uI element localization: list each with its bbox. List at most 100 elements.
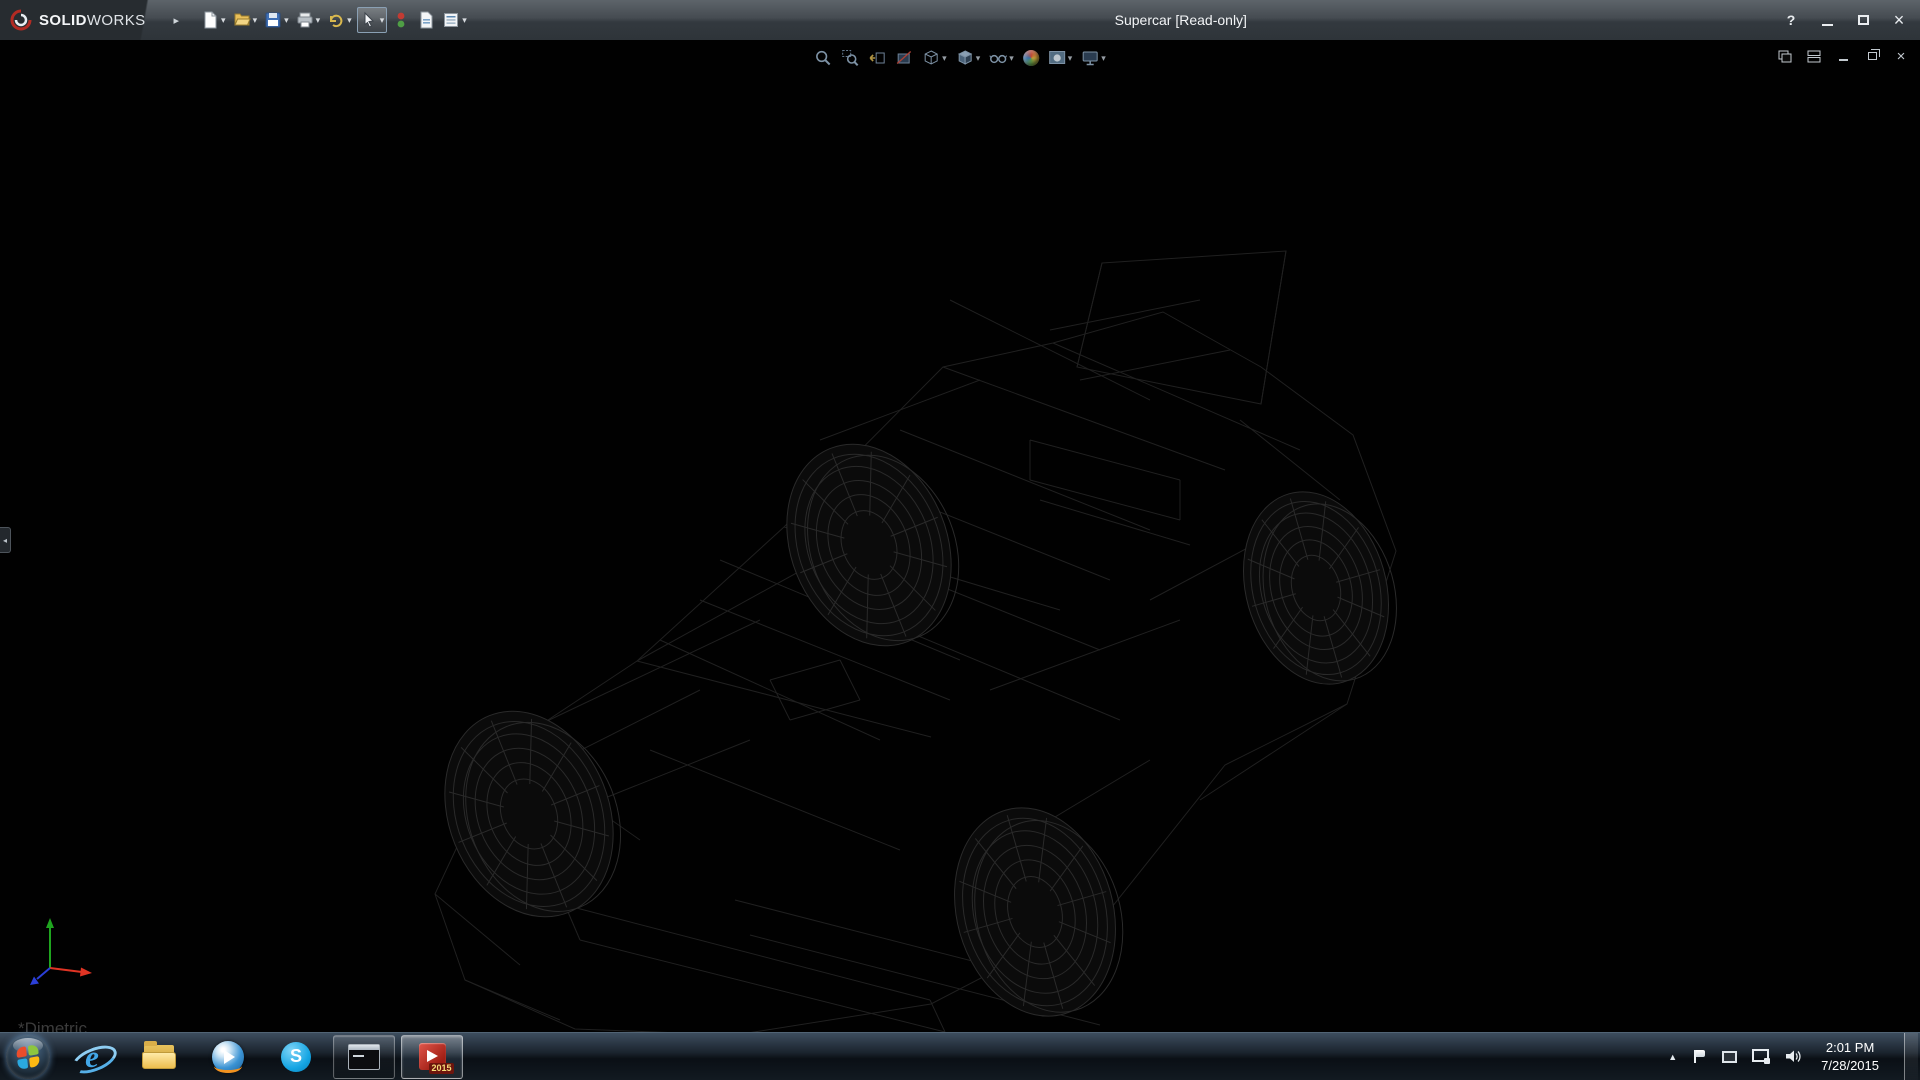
rebuild-icon <box>392 11 410 29</box>
app-name-light: WORKS <box>87 12 146 29</box>
window-controls: ? × <box>1778 0 1912 40</box>
taskbar-solidworks[interactable]: 2015 <box>401 1035 463 1079</box>
panel-collapse-tab[interactable]: ◂ <box>0 527 11 553</box>
undo-button[interactable]: ▾ <box>325 8 354 32</box>
start-button[interactable] <box>6 1035 50 1079</box>
volume-icon[interactable] <box>1785 1049 1802 1064</box>
dropdown-icon[interactable]: ▾ <box>462 15 467 26</box>
taskbar-windows-explorer[interactable] <box>129 1035 191 1079</box>
show-desktop-button[interactable] <box>1904 1033 1918 1080</box>
zoom-to-fit-icon <box>814 49 832 67</box>
open-folder-icon <box>233 11 251 29</box>
solidworks-app-icon: 2015 <box>419 1043 446 1070</box>
dropdown-icon[interactable]: ▾ <box>347 15 352 26</box>
tile-windows-icon <box>1807 50 1821 63</box>
taskbar-skype[interactable]: S <box>265 1035 327 1079</box>
orientation-triad[interactable] <box>10 906 102 992</box>
dropdown-icon[interactable]: ▾ <box>976 53 981 64</box>
quick-access-toolbar: ▾ ▾ ▾ ▾ ▾ <box>199 7 469 33</box>
previous-view-button[interactable] <box>867 48 887 68</box>
title-bar: SOLIDWORKS ▸ ▾ ▾ ▾ ▾ <box>0 0 1920 40</box>
close-document-button[interactable]: × <box>1892 48 1910 64</box>
clock-date: 7/28/2015 <box>1821 1057 1879 1075</box>
file-properties-icon <box>417 11 435 29</box>
media-player-icon <box>212 1041 244 1073</box>
dropdown-icon[interactable]: ▾ <box>1068 53 1073 64</box>
graphics-viewport[interactable]: ▾ ▾ ▾ ▾ <box>0 40 1920 1032</box>
section-view-icon <box>895 49 913 67</box>
edit-appearance-icon <box>1023 50 1039 66</box>
select-button[interactable]: ▾ <box>357 7 388 33</box>
taskbar: e S 2015 ▲ 2:01 PM 7/28/2015 <box>0 1032 1920 1080</box>
document-window-controls: × <box>1776 48 1910 64</box>
tray-app-window-icon[interactable] <box>1722 1051 1737 1063</box>
previous-view-icon <box>868 49 886 67</box>
edit-appearance-button[interactable] <box>1022 49 1040 67</box>
menu-expand-icon[interactable]: ▸ <box>174 14 180 27</box>
app-name: SOLIDWORKS <box>39 12 146 29</box>
tile-windows-button[interactable] <box>1805 48 1823 64</box>
dropdown-icon[interactable]: ▾ <box>316 15 321 26</box>
dropdown-icon[interactable]: ▾ <box>380 15 385 26</box>
app-name-bold: SOLID <box>39 12 87 29</box>
new-document-button[interactable]: ▾ <box>199 8 228 32</box>
select-cursor-icon <box>360 11 378 29</box>
dropdown-icon[interactable]: ▾ <box>284 15 289 26</box>
rebuild-button[interactable] <box>390 8 412 32</box>
file-properties-button[interactable] <box>415 8 437 32</box>
section-view-button[interactable] <box>894 48 914 68</box>
options-button[interactable]: ▾ <box>440 8 469 32</box>
minimize-icon <box>1822 24 1833 26</box>
taskbar-internet-explorer[interactable]: e <box>61 1035 123 1079</box>
zoom-to-fit-button[interactable] <box>813 48 833 68</box>
help-button[interactable]: ? <box>1778 8 1804 32</box>
close-button[interactable]: × <box>1886 8 1912 32</box>
print-icon <box>296 11 314 29</box>
solidworks-year-badge: 2015 <box>429 1063 453 1074</box>
windows-flag-icon <box>4 1031 52 1080</box>
open-button[interactable]: ▾ <box>231 8 260 32</box>
minimize-icon <box>1839 59 1848 61</box>
view-settings-button[interactable]: ▾ <box>1080 48 1107 68</box>
heads-up-toolbar: ▾ ▾ ▾ ▾ <box>813 48 1107 68</box>
display-style-icon <box>956 49 974 67</box>
dropdown-icon[interactable]: ▾ <box>1101 53 1106 64</box>
document-title: Supercar [Read-only] <box>1115 12 1247 28</box>
save-button[interactable]: ▾ <box>262 8 291 32</box>
skype-letter: S <box>290 1046 302 1067</box>
action-center-flag-icon[interactable] <box>1692 1049 1707 1064</box>
dropdown-icon[interactable]: ▾ <box>942 53 947 64</box>
zoom-to-area-icon <box>841 49 859 67</box>
options-icon <box>442 11 460 29</box>
minimize-button[interactable] <box>1814 8 1840 32</box>
apply-scene-button[interactable]: ▾ <box>1047 48 1074 68</box>
taskbar-media-player[interactable] <box>197 1035 259 1079</box>
command-prompt-icon <box>348 1044 380 1070</box>
hide-show-items-button[interactable]: ▾ <box>988 48 1015 68</box>
zoom-to-area-button[interactable] <box>840 48 860 68</box>
display-style-button[interactable]: ▾ <box>955 48 982 68</box>
maximize-icon <box>1858 15 1869 25</box>
cascade-windows-button[interactable] <box>1776 48 1794 64</box>
dropdown-icon[interactable]: ▾ <box>1009 53 1014 64</box>
view-orientation-button[interactable]: ▾ <box>921 48 948 68</box>
collapse-arrow-icon: ◂ <box>3 536 7 545</box>
taskbar-command-prompt[interactable] <box>333 1035 395 1079</box>
save-icon <box>264 11 282 29</box>
minimize-document-button[interactable] <box>1834 48 1852 64</box>
wireframe-model[interactable] <box>0 40 1920 1032</box>
restore-icon <box>1868 52 1877 60</box>
view-orientation-icon <box>922 49 940 67</box>
restore-document-button[interactable] <box>1863 48 1881 64</box>
view-orientation-label: *Dimetric <box>18 1019 87 1032</box>
cascade-windows-icon <box>1778 50 1792 63</box>
taskbar-clock[interactable]: 2:01 PM 7/28/2015 <box>1817 1039 1883 1074</box>
show-hidden-icons-button[interactable]: ▲ <box>1668 1052 1677 1062</box>
dropdown-icon[interactable]: ▾ <box>253 15 258 26</box>
network-icon[interactable] <box>1752 1049 1770 1064</box>
maximize-button[interactable] <box>1850 8 1876 32</box>
clock-time: 2:01 PM <box>1821 1039 1879 1057</box>
dropdown-icon[interactable]: ▾ <box>221 15 226 26</box>
print-button[interactable]: ▾ <box>294 8 323 32</box>
ie-letter: e <box>85 1041 99 1072</box>
